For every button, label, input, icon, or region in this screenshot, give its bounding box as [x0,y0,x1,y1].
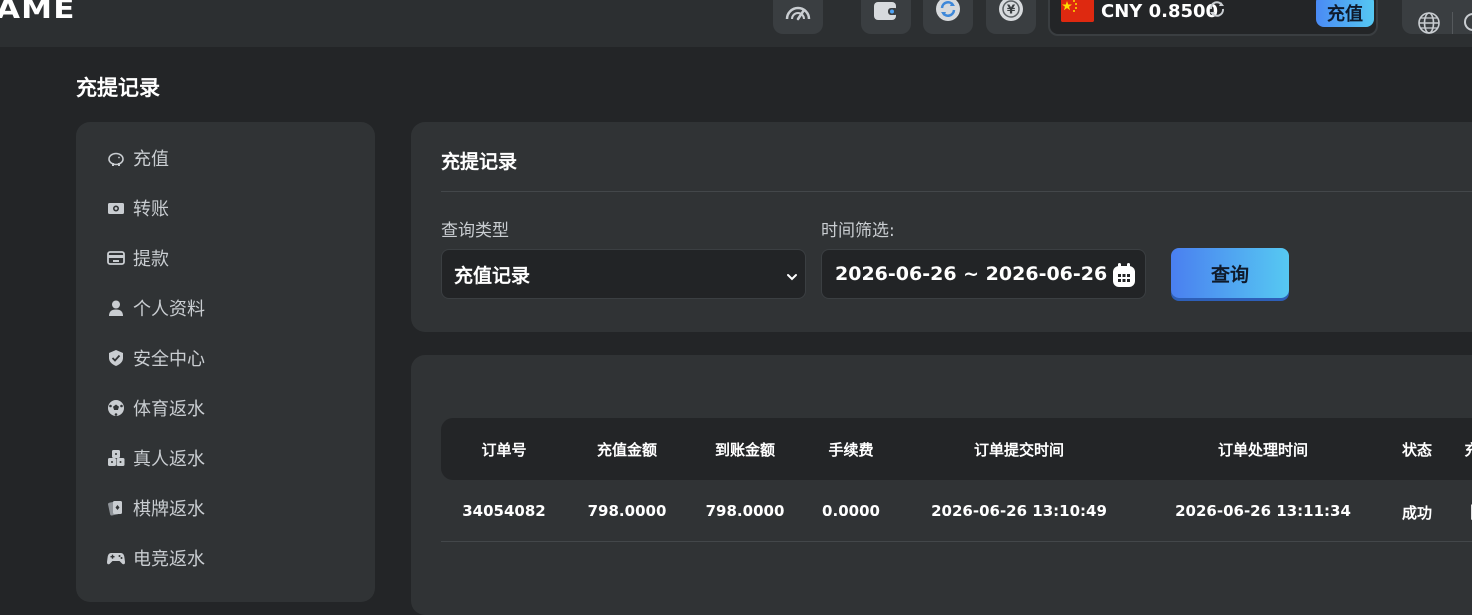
col-process-time: 订单处理时间 [1217,441,1309,459]
piggy-bank-icon [107,149,125,167]
sidebar-item-esports-rebate[interactable]: 电竞返水 [107,546,205,570]
withdraw-icon [107,249,125,267]
sidebar-item-sports-rebate[interactable]: 体育返水 [107,396,205,420]
filter-panel: 充提记录 查询类型 充值记录 时间筛选: 2026-06-26 ~ 2026-0… [411,122,1472,332]
sidebar-item-label: 体育返水 [133,399,205,420]
shield-icon [107,349,125,367]
sidebar-item-label: 提款 [133,249,169,270]
cell-submit-time: 2026-06-26 13:10:49 [931,502,1107,520]
language-button[interactable] [1402,0,1472,34]
time-filter-label: 时间筛选: [821,221,895,241]
balance-refresh-icon[interactable] [1208,0,1226,22]
soccer-ball-icon [107,399,125,417]
date-range-value: 2026-06-26 ~ 2026-06-26 [835,263,1108,285]
col-status: 状态 [1401,441,1433,459]
deposit-button[interactable]: 充值 [1316,0,1374,27]
sidebar-item-transfer[interactable]: 转账 [107,196,169,220]
sidebar-item-label: 电竞返水 [133,549,205,570]
sidebar-item-label: 棋牌返水 [133,499,205,520]
sidebar-item-label: 个人资料 [133,299,205,320]
table-header: 订单号 充值金额 到账金额 手续费 订单提交时间 订单处理时间 状态 充 [441,418,1472,480]
sidebar-item-deposit[interactable]: 充值 [107,146,169,170]
dice-icon [107,449,125,467]
money-transfer-icon [107,199,125,217]
speedometer-icon [784,0,812,26]
exchange-button[interactable]: ¥ [986,0,1036,34]
site-logo[interactable]: AME [0,0,76,25]
top-bar: AME ¥ CNY 0.8500 充值 [0,0,1472,47]
page-title: 充提记录 [76,76,160,100]
currency-balance[interactable]: CNY 0.8500 充值 [1048,0,1378,36]
sidebar-item-cards-rebate[interactable]: 棋牌返水 [107,496,205,520]
cards-icon [107,499,125,517]
col-received-amount: 到账金额 [714,441,776,459]
cell-status: 成功 [1401,504,1433,522]
records-table-panel: 订单号 充值金额 到账金额 手续费 订单提交时间 订单处理时间 状态 充 340… [411,355,1472,615]
col-fee: 手续费 [828,441,874,459]
sidebar-item-profile[interactable]: 个人资料 [107,296,205,320]
globe-icon [1417,11,1441,39]
query-button[interactable]: 查询 [1171,248,1289,298]
sidebar-item-label: 转账 [133,199,169,220]
sidebar-item-label: 充值 [133,149,169,170]
refresh-icon [935,0,961,26]
wallet-icon [873,0,899,26]
col-truncated: 充 [1464,439,1472,460]
col-deposit-amount: 充值金额 [596,441,658,459]
chevron-down-icon [785,267,799,289]
currency-balance-text: CNY 0.8500 [1101,1,1219,22]
cell-order-no: 34054082 [462,502,546,520]
divider [441,191,1472,192]
china-flag-icon [1061,0,1094,22]
col-submit-time: 订单提交时间 [973,441,1065,459]
yuan-coin-icon: ¥ [998,0,1024,26]
refresh-button[interactable] [923,0,973,34]
sidebar-item-label: 真人返水 [133,449,205,470]
gamepad-icon [107,549,125,567]
filter-title: 充提记录 [441,151,518,173]
calendar-icon[interactable] [1112,262,1136,293]
user-icon [107,299,125,317]
svg-text:¥: ¥ [1007,3,1016,17]
date-range-input[interactable]: 2026-06-26 ~ 2026-06-26 [821,249,1146,299]
speed-button[interactable] [773,0,823,34]
table-row[interactable]: 34054082 798.0000 798.0000 0.0000 2026-0… [441,480,1472,542]
query-type-label: 查询类型 [441,221,509,241]
wallet-button[interactable] [861,0,911,34]
sidebar-item-live-rebate[interactable]: 真人返水 [107,446,205,470]
query-type-value: 充值记录 [454,264,531,287]
sidebar-item-label: 安全中心 [133,349,205,370]
sidebar: 充值 转账 提款 个人资料 安全中心 体育返水 真人返水 棋牌返水 电竞返水 [76,122,375,602]
cell-process-time: 2026-06-26 13:11:34 [1175,502,1351,520]
menu-icon [1464,13,1472,31]
cell-deposit-amount: 798.0000 [587,502,667,520]
sidebar-item-withdraw[interactable]: 提款 [107,246,169,270]
cell-received-amount: 798.0000 [705,502,785,520]
cell-fee: 0.0000 [822,502,880,520]
divider [1452,12,1453,34]
col-order-no: 订单号 [481,441,527,459]
sidebar-item-security[interactable]: 安全中心 [107,346,205,370]
query-type-select[interactable]: 充值记录 [441,249,806,299]
